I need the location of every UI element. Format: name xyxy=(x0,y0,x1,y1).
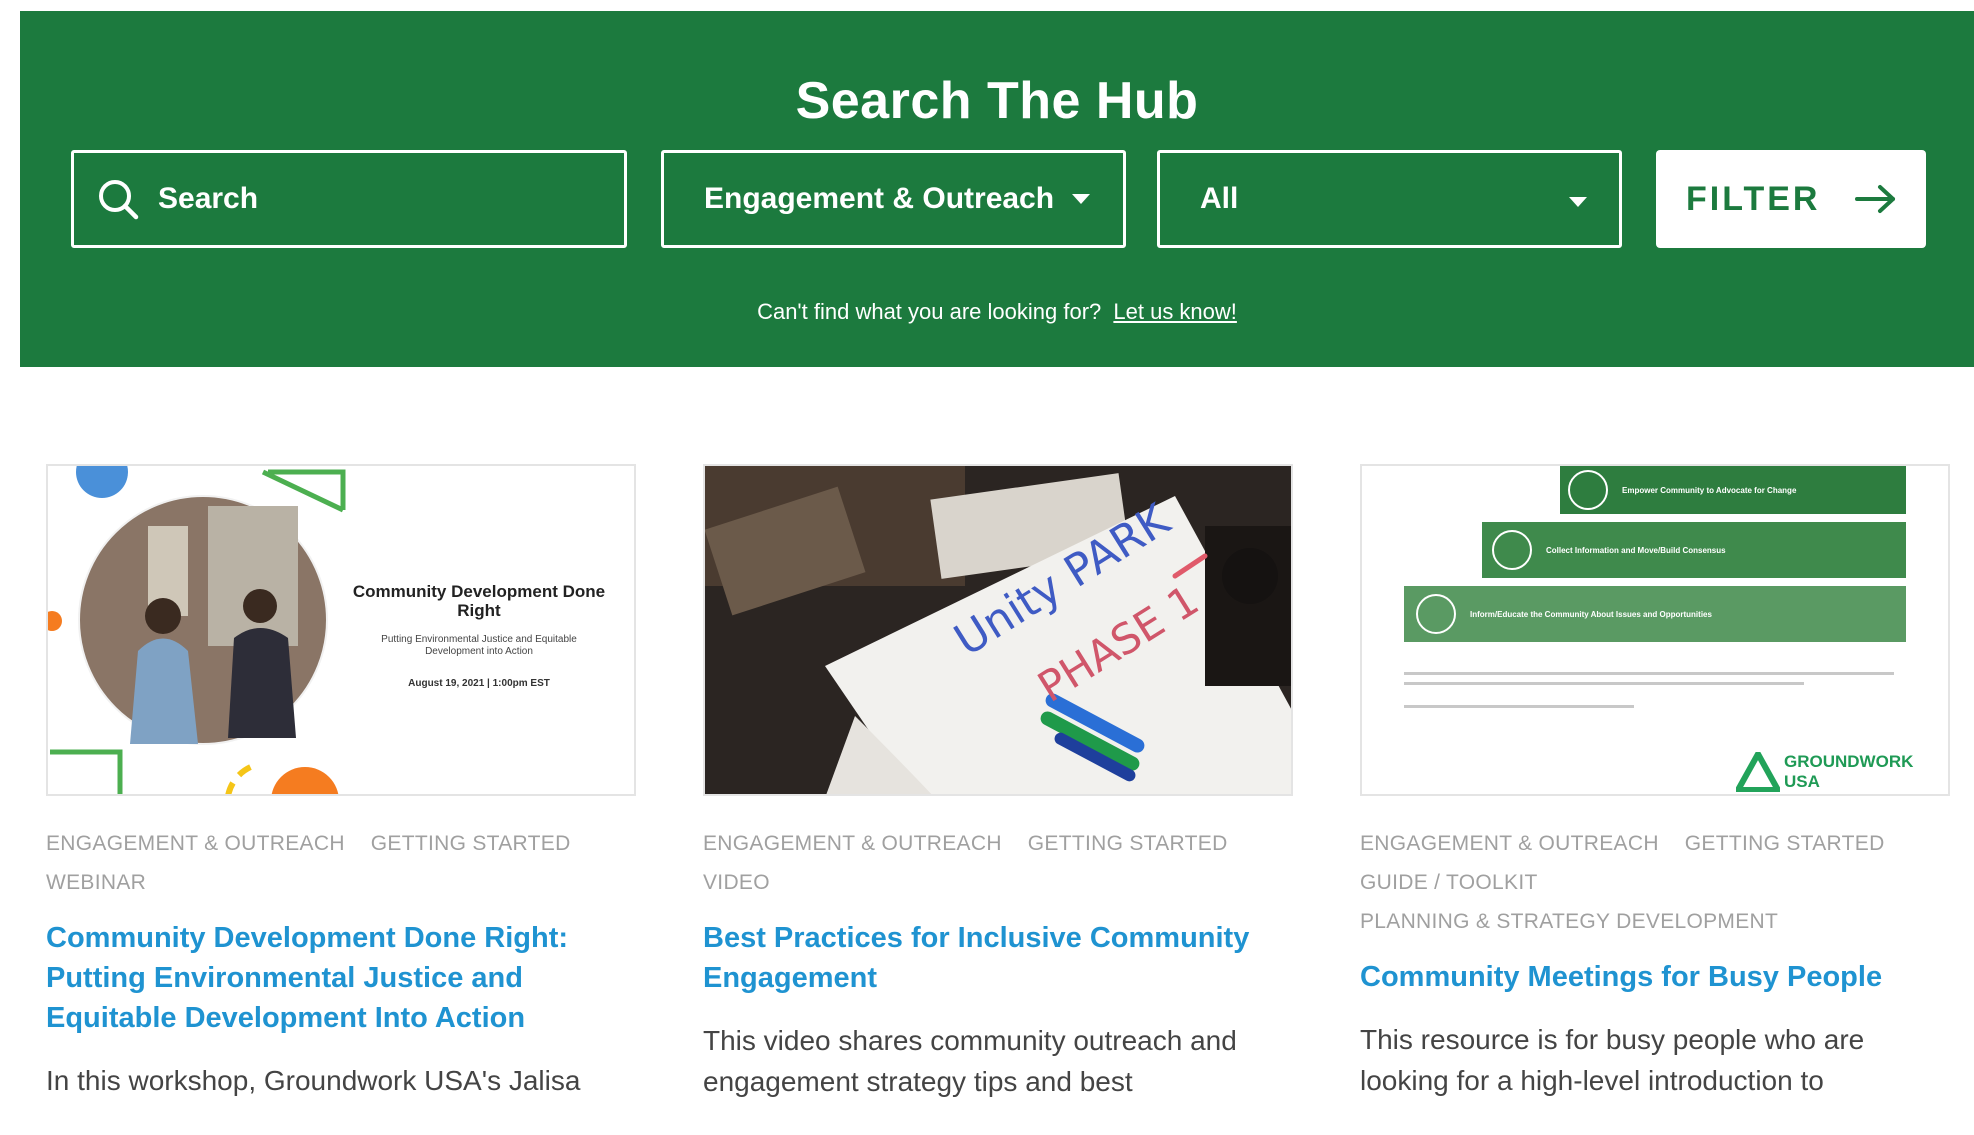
search-input[interactable] xyxy=(158,182,598,216)
card-tags: ENGAGEMENT & OUTREACH GETTING STARTED GUI… xyxy=(1360,824,1950,941)
type-select-value: All xyxy=(1200,182,1239,215)
thumbnail-date: August 19, 2021 | 1:00pm EST xyxy=(408,678,550,689)
card-thumbnail[interactable]: Community Development Done Right Putting… xyxy=(46,464,636,796)
let-us-know-link[interactable]: Let us know! xyxy=(1113,299,1237,324)
thumbnail-heading: Community Development Done Right xyxy=(352,582,606,620)
card-title-link[interactable]: Community Development Done Right: Puttin… xyxy=(46,918,636,1038)
tag-row: ENGAGEMENT & OUTREACH GETTING STARTED xyxy=(703,824,1293,863)
tag[interactable]: ENGAGEMENT & OUTREACH xyxy=(46,832,345,855)
category-select-value: Engagement & Outreach xyxy=(704,182,1055,215)
empower-icon xyxy=(1568,470,1608,510)
card-title-link[interactable]: Community Meetings for Busy People xyxy=(1360,957,1950,997)
card-tags: ENGAGEMENT & OUTREACH GETTING STARTED WEB… xyxy=(46,824,636,902)
resource-card: Community Development Done Right Putting… xyxy=(46,464,636,1101)
tag-row: GUIDE / TOOLKIT xyxy=(1360,863,1950,902)
tag[interactable]: GETTING STARTED xyxy=(1028,832,1228,855)
card-thumbnail[interactable]: Unity PARK PHASE 1 xyxy=(703,464,1293,796)
workshop-photo-image: Unity PARK PHASE 1 xyxy=(705,466,1291,794)
card-tags: ENGAGEMENT & OUTREACH GETTING STARTED VID… xyxy=(703,824,1293,902)
groundwork-logo: GROUNDWORK USA xyxy=(1736,752,1913,792)
toolkit-step-1: Empower Community to Advocate for Change xyxy=(1560,466,1906,514)
tag-row: PLANNING & STRATEGY DEVELOPMENT xyxy=(1360,902,1950,941)
thumbnail-body-lines xyxy=(1404,672,1904,708)
filter-button-label: FILTER xyxy=(1686,179,1821,218)
logo-text-line1: GROUNDWORK xyxy=(1784,752,1914,771)
tag-row: WEBINAR xyxy=(46,863,636,902)
toolkit-step-3: Inform/Educate the Community About Issue… xyxy=(1404,586,1906,642)
resource-card: Unity PARK PHASE 1 ENGAGEMENT & OUTREACH… xyxy=(703,464,1293,1102)
resource-card: Empower Community to Advocate for Change… xyxy=(1360,464,1950,1101)
tag-row: ENGAGEMENT & OUTREACH GETTING STARTED xyxy=(46,824,636,863)
arrow-right-icon xyxy=(1855,185,1895,213)
chevron-down-icon xyxy=(1072,194,1091,204)
search-icon xyxy=(99,180,139,220)
tag[interactable]: GUIDE / TOOLKIT xyxy=(1360,871,1538,894)
tag-row: VIDEO xyxy=(703,863,1293,902)
tag[interactable]: ENGAGEMENT & OUTREACH xyxy=(703,832,1002,855)
toolkit-step-label: Inform/Educate the Community About Issue… xyxy=(1470,609,1712,619)
search-hero: Search The Hub Engagement & Outreach All… xyxy=(20,11,1974,367)
toolkit-step-label: Empower Community to Advocate for Change xyxy=(1622,485,1797,495)
card-description: In this workshop, Groundwork USA's Jalis… xyxy=(46,1065,581,1096)
thumbnail-text: Community Development Done Right Putting… xyxy=(344,582,614,689)
type-select[interactable]: All xyxy=(1157,150,1622,248)
card-description: This video shares community outreach and… xyxy=(703,1025,1237,1097)
chat-icon xyxy=(1416,594,1456,634)
toolkit-step-2: Collect Information and Move/Build Conse… xyxy=(1482,522,1906,578)
thumbnail-subheading: Putting Environmental Justice and Equita… xyxy=(381,634,577,657)
toolkit-step-label: Collect Information and Move/Build Conse… xyxy=(1546,545,1726,555)
hero-title: Search The Hub xyxy=(795,72,1199,130)
help-text: Can't find what you are looking for? xyxy=(757,299,1102,324)
help-line: Can't find what you are looking for? Let… xyxy=(20,299,1974,325)
card-thumbnail[interactable]: Empower Community to Advocate for Change… xyxy=(1360,464,1950,796)
category-select[interactable]: Engagement & Outreach xyxy=(661,150,1126,248)
filter-button[interactable]: FILTER xyxy=(1656,150,1926,248)
tag-row: ENGAGEMENT & OUTREACH GETTING STARTED xyxy=(1360,824,1950,863)
logo-text-line2: USA xyxy=(1784,772,1820,791)
groundwork-logo-icon xyxy=(1736,752,1780,792)
tag[interactable]: ENGAGEMENT & OUTREACH xyxy=(1360,832,1659,855)
tag[interactable]: GETTING STARTED xyxy=(371,832,571,855)
chevron-down-icon xyxy=(1569,197,1587,207)
tag[interactable]: VIDEO xyxy=(703,871,770,894)
tag[interactable]: WEBINAR xyxy=(46,871,146,894)
tag[interactable]: GETTING STARTED xyxy=(1685,832,1885,855)
consensus-icon xyxy=(1492,530,1532,570)
tag[interactable]: PLANNING & STRATEGY DEVELOPMENT xyxy=(1360,910,1778,933)
card-title-link[interactable]: Best Practices for Inclusive Community E… xyxy=(703,918,1293,998)
card-description: This resource is for busy people who are… xyxy=(1360,1024,1865,1096)
search-box[interactable] xyxy=(71,150,627,248)
